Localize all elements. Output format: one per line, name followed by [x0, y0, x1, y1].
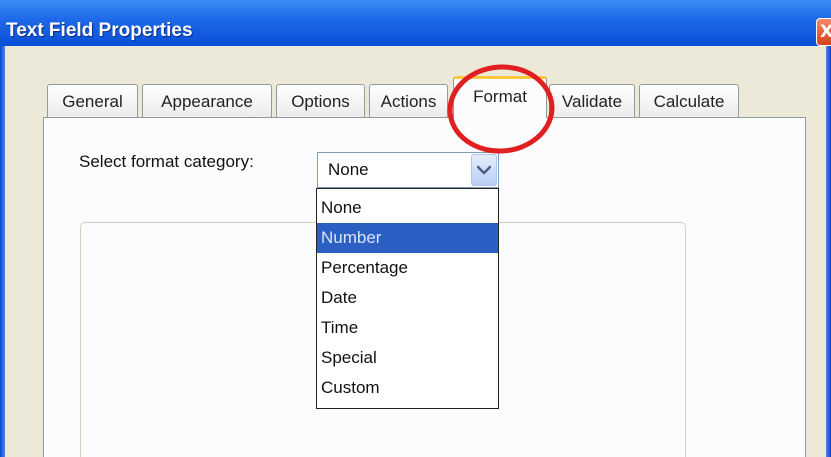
highlight-circle — [447, 64, 555, 154]
close-icon: X — [820, 22, 831, 42]
chevron-down-icon — [477, 165, 491, 175]
tab-options[interactable]: Options — [276, 84, 365, 117]
option-number[interactable]: Number — [317, 223, 498, 253]
tab-validate[interactable]: Validate — [549, 84, 635, 117]
tab-general[interactable]: General — [47, 84, 138, 117]
format-category-select[interactable]: None — [317, 152, 499, 188]
option-time[interactable]: Time — [317, 313, 498, 343]
format-category-value: None — [328, 160, 369, 179]
dialog-window: Text Field Properties X General Appearan… — [0, 0, 831, 457]
window-title: Text Field Properties — [6, 20, 193, 41]
option-special[interactable]: Special — [317, 343, 498, 373]
option-percentage[interactable]: Percentage — [317, 253, 498, 283]
option-none[interactable]: None — [317, 193, 498, 223]
format-category-dropdown[interactable]: None Number Percentage Date Time Special… — [316, 188, 499, 409]
title-bar[interactable]: Text Field Properties X — [0, 0, 831, 46]
tab-appearance[interactable]: Appearance — [142, 84, 272, 117]
tab-calculate[interactable]: Calculate — [639, 84, 739, 117]
tab-actions[interactable]: Actions — [369, 84, 448, 117]
window-border-right — [826, 46, 831, 457]
option-custom[interactable]: Custom — [317, 373, 498, 403]
format-category-label: Select format category: — [79, 152, 254, 171]
close-button[interactable]: X — [816, 18, 831, 46]
dropdown-button[interactable] — [471, 154, 497, 186]
option-date[interactable]: Date — [317, 283, 498, 313]
